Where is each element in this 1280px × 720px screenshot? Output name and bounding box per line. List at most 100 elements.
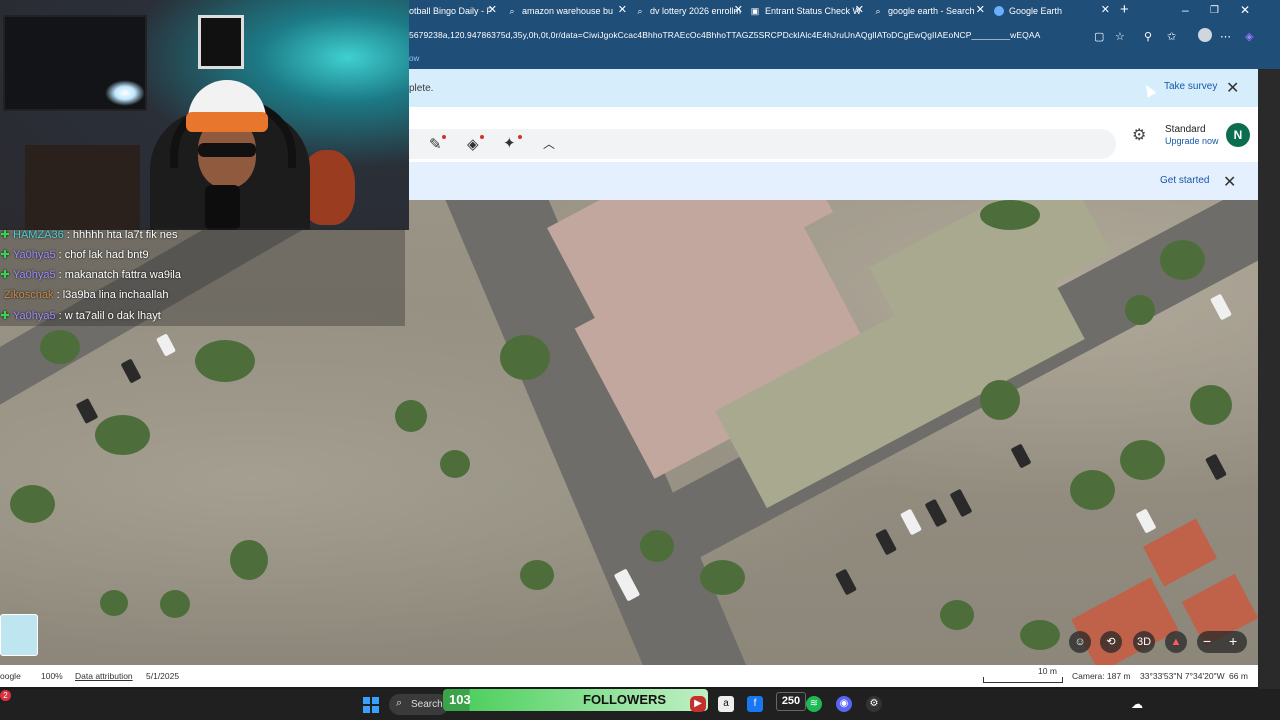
- pegman-icon[interactable]: ☺: [1069, 631, 1091, 653]
- microphone: [205, 185, 240, 230]
- window-edge: [1258, 69, 1280, 689]
- spotify-icon[interactable]: ≋: [806, 696, 822, 712]
- chat-message: ✚ Ya0hya5 : makanatch fattra wa9ila: [0, 269, 181, 281]
- settings-icon[interactable]: ⚙: [1132, 125, 1146, 145]
- close-icon[interactable]: ✕: [1223, 172, 1236, 192]
- maximize-icon[interactable]: ❐: [1210, 5, 1219, 16]
- elevation: 66 m: [1229, 671, 1248, 681]
- taskbar-search[interactable]: ⌕ Search: [389, 694, 449, 715]
- imagery-date: 5/1/2025: [146, 671, 180, 681]
- close-tab-icon[interactable]: ✕: [976, 5, 985, 16]
- notification-dot: [480, 135, 484, 139]
- notification-dot: [442, 135, 446, 139]
- chat-message: ✚ HAMZA36 : hhhhh hta la7t fik nes: [0, 229, 178, 241]
- page-icon: ▣: [750, 6, 760, 16]
- shelf: [25, 145, 140, 230]
- lamp-light: [105, 80, 145, 106]
- zoom-in-icon[interactable]: +: [1229, 633, 1237, 649]
- wall-frame: [198, 15, 244, 69]
- upgrade-link[interactable]: Upgrade now: [1165, 136, 1219, 146]
- new-tab-icon[interactable]: +: [1120, 1, 1129, 18]
- subscriber-badge-icon: ✚: [0, 249, 10, 261]
- chat-message: ✚ Ya0hya5 : w ta7alil o dak lhayt: [0, 310, 161, 322]
- close-tab-icon[interactable]: ✕: [734, 5, 743, 16]
- sunglasses: [198, 143, 256, 157]
- tab-strip: otball Bingo Daily - F ✕ ⌕ amazon wareho…: [409, 0, 1280, 22]
- facebook-icon[interactable]: f: [747, 696, 763, 712]
- rotate-icon[interactable]: ⟲: [1100, 631, 1122, 653]
- earth-toolbar: ✎ ◈ ✦ ︿ ⚙ Standard Upgrade now N: [409, 107, 1258, 162]
- app-icon[interactable]: ▢: [1094, 30, 1104, 43]
- bookmarks-bar: ow: [409, 50, 1280, 69]
- close-tab-icon[interactable]: ✕: [1101, 5, 1110, 16]
- tab-football-bingo[interactable]: otball Bingo Daily - F ✕: [409, 0, 501, 22]
- address-bar[interactable]: 5679238a,120.94786375d,35y,0h,0t,0r/data…: [409, 22, 1280, 50]
- viewer-count-badge: 250: [776, 692, 806, 711]
- menu-icon[interactable]: ⋯: [1220, 30, 1231, 43]
- star-icon[interactable]: ☆: [1115, 30, 1125, 43]
- map-status-bar: oogle 100% Data attribution 5/1/2025 10 …: [0, 665, 1258, 687]
- url-text[interactable]: 5679238a,120.94786375d,35y,0h,0t,0r/data…: [409, 30, 1040, 40]
- amazon-icon[interactable]: a: [718, 696, 734, 712]
- compass-icon[interactable]: ▲: [1165, 631, 1187, 653]
- close-icon[interactable]: ✕: [1226, 78, 1239, 98]
- 3d-button[interactable]: 3D: [1133, 631, 1155, 653]
- close-tab-icon[interactable]: ✕: [488, 5, 497, 16]
- zoom-level: 100%: [41, 671, 63, 681]
- minimize-icon[interactable]: –: [1182, 3, 1189, 17]
- data-attribution-link[interactable]: Data attribution: [75, 671, 133, 681]
- tab-amazon-warehouse[interactable]: ⌕ amazon warehouse bu ✕: [507, 0, 631, 22]
- followers-goal-bar: 103 FOLLOWERS: [443, 689, 708, 711]
- chevron-up-icon[interactable]: ︿: [543, 135, 555, 152]
- coordinates: 33°33'53"N 7°34'20"W: [1140, 671, 1225, 681]
- subscriber-badge-icon: ✚: [0, 269, 10, 281]
- copilot-icon[interactable]: ◈: [1245, 30, 1253, 43]
- search-icon: ⌕: [396, 697, 403, 709]
- followers-label: FOLLOWERS: [583, 692, 667, 707]
- profile-avatar[interactable]: [1198, 28, 1212, 42]
- subscriber-badge-icon: ✚: [0, 229, 10, 241]
- search-icon: ⌕: [509, 6, 515, 16]
- youtube-icon[interactable]: ▶: [690, 696, 706, 712]
- get-started-link[interactable]: Get started: [1160, 175, 1209, 186]
- search-icon: ⌕: [637, 6, 643, 16]
- tab-google-earth-search[interactable]: ⌕ google earth - Search ✕: [873, 0, 989, 22]
- close-window-icon[interactable]: ✕: [1240, 3, 1250, 17]
- close-tab-icon[interactable]: ✕: [855, 5, 864, 16]
- extension-icon[interactable]: ⚲: [1144, 30, 1152, 43]
- bookmark-item[interactable]: ow: [409, 54, 419, 63]
- zoom-out-icon[interactable]: −: [1203, 633, 1211, 649]
- discord-icon[interactable]: ◉: [836, 696, 852, 712]
- tools-panel: ✎ ◈ ✦ ︿: [409, 129, 1116, 159]
- favorites-icon[interactable]: ✩: [1167, 30, 1176, 43]
- tab-entrant-status[interactable]: ▣ Entrant Status Check W ✕: [750, 0, 868, 22]
- cloud-icon[interactable]: ☁: [1129, 696, 1145, 712]
- subscriber-badge-icon: ✚: [0, 310, 10, 322]
- scale-label: 10 m: [1038, 666, 1057, 676]
- notification-dot: [518, 135, 522, 139]
- cap-brim: [186, 112, 268, 132]
- account-avatar[interactable]: N: [1226, 123, 1250, 147]
- scale-bar: [983, 677, 1063, 683]
- get-started-banner: Get started ✕: [409, 162, 1258, 200]
- followers-count: 103: [449, 692, 471, 707]
- survey-message: plete.: [409, 83, 434, 94]
- windows-start-icon[interactable]: [363, 697, 379, 713]
- plan-label: Standard: [1165, 124, 1206, 135]
- notification-count: 2: [0, 690, 11, 701]
- camera-altitude: Camera: 187 m: [1072, 671, 1131, 681]
- measure-tool-icon[interactable]: ✎: [429, 135, 442, 153]
- chat-message: Zikoschak : l3a9ba lina inchaallah: [4, 289, 169, 301]
- layers-icon[interactable]: ◈: [467, 135, 479, 153]
- close-tab-icon[interactable]: ✕: [618, 5, 627, 16]
- zoom-controls: − +: [1197, 631, 1247, 653]
- tab-dv-lottery[interactable]: ⌕ dv lottery 2026 enrollm ✕: [635, 0, 747, 22]
- sparkle-icon[interactable]: ✦: [503, 134, 516, 152]
- tab-google-earth[interactable]: Google Earth ✕: [994, 0, 1114, 22]
- take-survey-link[interactable]: Take survey: [1164, 81, 1217, 92]
- survey-banner: plete. Take survey ✕: [409, 69, 1258, 107]
- search-icon: ⌕: [875, 6, 881, 16]
- minimap-thumbnail[interactable]: [0, 614, 38, 656]
- chat-overlay: ✚ HAMZA36 : hhhhh hta la7t fik nes ✚ Ya0hy…: [0, 228, 405, 326]
- settings-app-icon[interactable]: ⚙: [866, 696, 882, 712]
